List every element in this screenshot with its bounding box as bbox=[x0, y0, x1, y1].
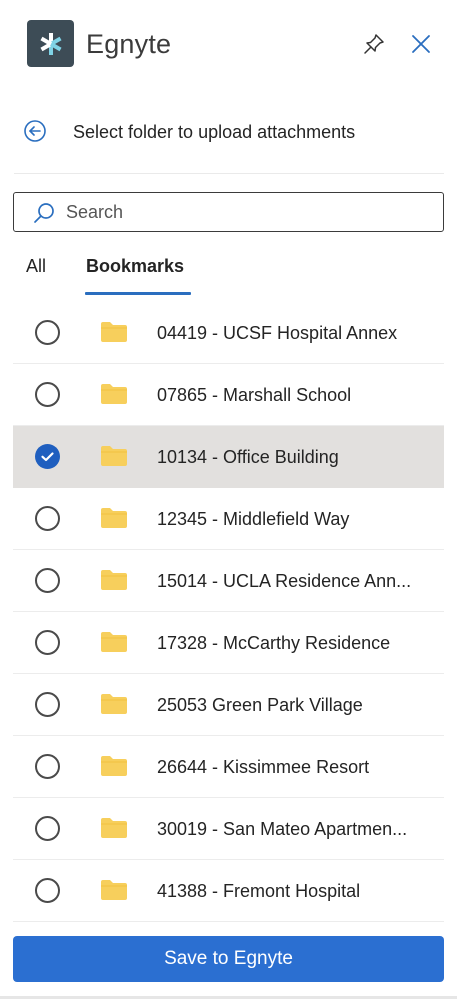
search-icon bbox=[34, 203, 54, 223]
folder-name: 25053 Green Park Village bbox=[157, 695, 363, 715]
search-input[interactable] bbox=[66, 193, 436, 231]
app-name: Egnyte bbox=[86, 29, 172, 59]
page-title: Select folder to upload attachments bbox=[73, 122, 356, 142]
radio-button[interactable] bbox=[35, 630, 60, 655]
subheader: Select folder to upload attachments bbox=[0, 108, 457, 156]
folder-row[interactable]: 17328 - McCarthy Residence bbox=[13, 612, 444, 674]
folder-icon bbox=[101, 384, 127, 404]
folder-list: 04419 - UCSF Hospital Annex 07865 - Mars… bbox=[13, 302, 444, 922]
pin-icon bbox=[364, 34, 384, 54]
checkmark-icon bbox=[41, 452, 54, 462]
folder-name: 10134 - Office Building bbox=[157, 447, 339, 467]
radio-button[interactable] bbox=[35, 878, 60, 903]
close-button[interactable] bbox=[405, 28, 437, 60]
folder-icon bbox=[101, 508, 127, 528]
folder-row[interactable]: 41388 - Fremont Hospital bbox=[13, 860, 444, 922]
folder-name: 30019 - San Mateo Apartmen... bbox=[157, 819, 408, 839]
active-tab-indicator bbox=[85, 292, 191, 295]
folder-name: 17328 - McCarthy Residence bbox=[157, 633, 391, 653]
folder-row[interactable]: 25053 Green Park Village bbox=[13, 674, 444, 736]
folder-icon bbox=[101, 446, 127, 466]
save-button[interactable]: Save to Egnyte bbox=[13, 936, 444, 982]
search-box[interactable] bbox=[13, 192, 444, 232]
folder-name: 26644 - Kissimmee Resort bbox=[157, 757, 370, 777]
folder-icon bbox=[101, 570, 127, 590]
folder-row-selected[interactable]: 10134 - Office Building bbox=[13, 426, 444, 488]
close-icon bbox=[412, 35, 430, 53]
folder-row[interactable]: 12345 - Middlefield Way bbox=[13, 488, 444, 550]
pin-button[interactable] bbox=[358, 28, 390, 60]
folder-name: 41388 - Fremont Hospital bbox=[157, 881, 361, 901]
folder-name: 12345 - Middlefield Way bbox=[157, 509, 350, 529]
folder-icon bbox=[101, 818, 127, 838]
folder-name: 07865 - Marshall School bbox=[157, 385, 352, 405]
radio-button[interactable] bbox=[35, 320, 60, 345]
egnyte-logo-icon bbox=[27, 20, 74, 67]
folder-icon bbox=[101, 322, 127, 342]
back-button[interactable] bbox=[22, 118, 48, 144]
folder-name: 04419 - UCSF Hospital Annex bbox=[157, 323, 398, 343]
folder-row[interactable]: 30019 - San Mateo Apartmen... bbox=[13, 798, 444, 860]
divider bbox=[14, 173, 444, 174]
radio-button[interactable] bbox=[35, 506, 60, 531]
tab-all[interactable]: All bbox=[26, 248, 46, 296]
folder-name: 15014 - UCLA Residence Ann... bbox=[157, 571, 412, 591]
folder-row[interactable]: 15014 - UCLA Residence Ann... bbox=[13, 550, 444, 612]
radio-button[interactable] bbox=[35, 692, 60, 717]
folder-row[interactable]: 07865 - Marshall School bbox=[13, 364, 444, 426]
tab-bookmarks[interactable]: Bookmarks bbox=[86, 248, 184, 296]
back-arrow-circle-icon bbox=[24, 120, 46, 142]
radio-button[interactable] bbox=[35, 382, 60, 407]
radio-button[interactable] bbox=[35, 816, 60, 841]
folder-row[interactable]: 04419 - UCSF Hospital Annex bbox=[13, 302, 444, 364]
folder-icon bbox=[101, 632, 127, 652]
folder-icon bbox=[101, 694, 127, 714]
radio-button[interactable] bbox=[35, 754, 60, 779]
radio-button[interactable] bbox=[35, 568, 60, 593]
tab-bar: All Bookmarks bbox=[0, 248, 457, 296]
folder-icon bbox=[101, 880, 127, 900]
header: Egnyte bbox=[0, 0, 457, 92]
radio-button-checked[interactable] bbox=[35, 444, 60, 469]
folder-icon bbox=[101, 756, 127, 776]
folder-row[interactable]: 26644 - Kissimmee Resort bbox=[13, 736, 444, 798]
